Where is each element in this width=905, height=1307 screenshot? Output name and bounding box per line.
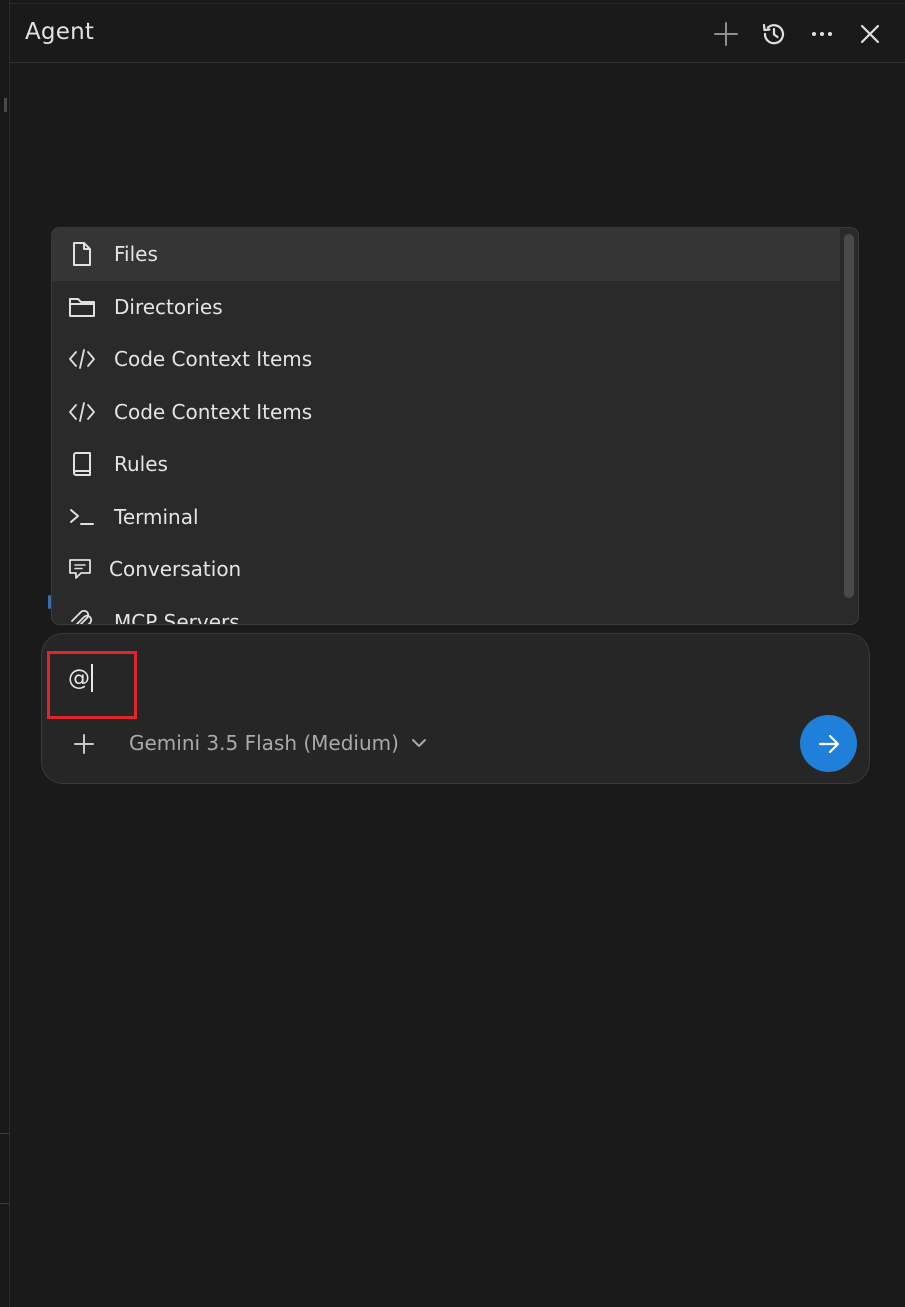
history-button[interactable] <box>757 17 791 51</box>
panel-title: Agent <box>25 19 95 45</box>
plus-icon <box>714 22 738 46</box>
arrow-right-icon <box>818 734 839 753</box>
mention-item-label: Terminal <box>114 504 199 529</box>
terminal-icon <box>68 503 96 531</box>
new-chat-button[interactable] <box>709 17 743 51</box>
file-icon <box>68 240 96 268</box>
code-icon <box>68 398 96 426</box>
book-icon <box>68 450 96 478</box>
close-icon <box>860 24 880 44</box>
chat-composer: @ Gemini 3.5 Flash (Medium) <box>41 633 870 784</box>
mention-item-label: Rules <box>114 452 168 477</box>
annotation-highlight-box <box>47 651 137 719</box>
chevron-down-icon <box>411 739 426 747</box>
edge-divider <box>0 1133 9 1134</box>
mention-item-label: Code Context Items <box>114 347 313 372</box>
mention-item-directories[interactable]: Directories <box>52 281 840 334</box>
mention-item-terminal[interactable]: Terminal <box>52 491 840 544</box>
plus-icon <box>74 734 94 754</box>
composer-toolbar: Gemini 3.5 Flash (Medium) <box>42 712 869 778</box>
partial-element <box>48 595 51 609</box>
panel-header: Agent <box>10 4 905 63</box>
mention-item-code-context[interactable]: Code Context Items <box>52 333 840 386</box>
mention-item-rules[interactable]: Rules <box>52 438 840 491</box>
mention-menu-list: Files Directories Code Context Items Cod… <box>52 228 840 625</box>
model-selector-label: Gemini 3.5 Flash (Medium) <box>129 731 399 755</box>
edge-marker <box>4 98 7 112</box>
mention-item-label: Code Context Items <box>114 399 313 424</box>
edge-divider <box>0 1203 9 1204</box>
mention-item-code-context[interactable]: Code Context Items <box>52 386 840 439</box>
mention-item-label: MCP Servers <box>114 609 240 625</box>
editor-left-edge <box>0 0 10 1307</box>
send-button[interactable] <box>800 715 857 772</box>
mention-item-label: Files <box>114 242 158 267</box>
mention-menu-scrollbar[interactable] <box>844 234 854 598</box>
mention-menu: Files Directories Code Context Items Cod… <box>51 227 859 625</box>
header-actions <box>709 16 887 52</box>
mcp-icon <box>68 608 96 624</box>
mention-item-label: Conversation <box>109 557 242 582</box>
add-context-button[interactable] <box>68 728 100 760</box>
agent-window: Agent Files Directories Code Context Ite… <box>0 0 905 1307</box>
close-button[interactable] <box>853 17 887 51</box>
folder-icon <box>68 293 96 321</box>
model-selector[interactable]: Gemini 3.5 Flash (Medium) <box>129 731 427 755</box>
mention-item-mcp-servers[interactable]: MCP Servers <box>52 596 840 625</box>
mention-item-conversation[interactable]: Conversation <box>52 543 840 596</box>
chat-icon <box>66 555 94 583</box>
history-icon <box>762 23 785 45</box>
more-button[interactable] <box>805 17 839 51</box>
mention-item-label: Directories <box>114 294 223 319</box>
mention-item-files[interactable]: Files <box>52 228 840 281</box>
code-icon <box>68 345 96 373</box>
ellipsis-icon <box>812 32 832 36</box>
